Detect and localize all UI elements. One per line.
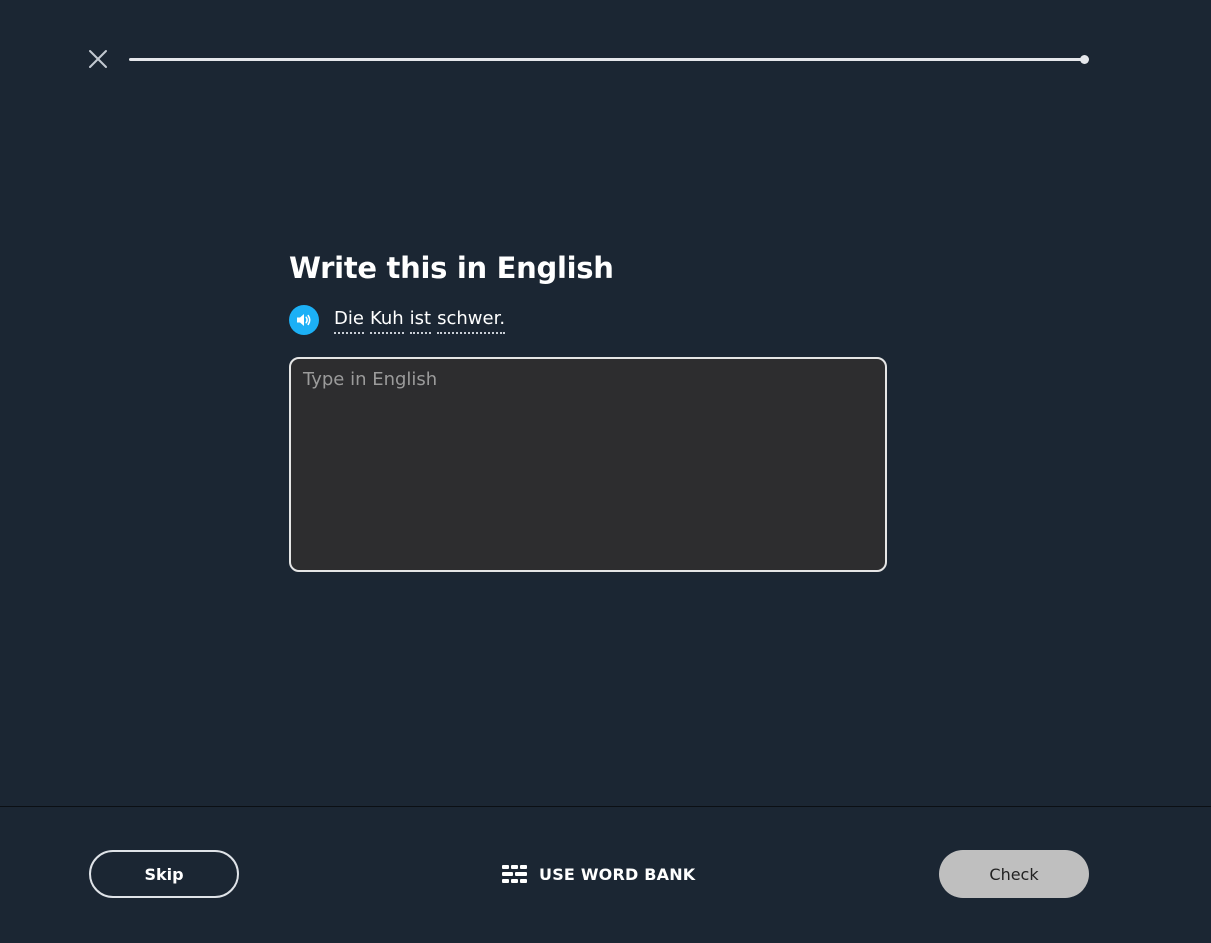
prompt-word[interactable]: ist	[409, 307, 432, 334]
lesson-page: Write this in English Die Kuh ist schwer…	[0, 0, 1211, 943]
footer-bar: Skip USE WORD BANK Check	[0, 806, 1211, 943]
speaker-icon	[297, 314, 311, 326]
close-icon	[89, 50, 107, 68]
prompt-row: Die Kuh ist schwer.	[289, 305, 506, 335]
word-bank-icon	[502, 865, 527, 883]
check-button[interactable]: Check	[939, 850, 1089, 898]
challenge-title: Write this in English	[289, 251, 614, 285]
challenge-area: Write this in English Die Kuh ist schwer…	[289, 248, 889, 572]
prompt-word[interactable]: schwer.	[437, 307, 506, 334]
word-bank-label: USE WORD BANK	[539, 864, 696, 884]
prompt-word[interactable]: Die	[334, 307, 364, 334]
progress-bar	[129, 58, 1085, 61]
answer-input[interactable]	[289, 357, 887, 572]
speaker-button[interactable]	[289, 305, 319, 335]
skip-button[interactable]: Skip	[89, 850, 239, 898]
prompt-word[interactable]: Kuh	[369, 307, 404, 334]
prompt-sentence: Die Kuh ist schwer.	[334, 307, 506, 334]
use-word-bank-button[interactable]: USE WORD BANK	[501, 862, 695, 886]
close-button[interactable]	[86, 47, 110, 71]
progress-end-dot	[1080, 55, 1089, 64]
